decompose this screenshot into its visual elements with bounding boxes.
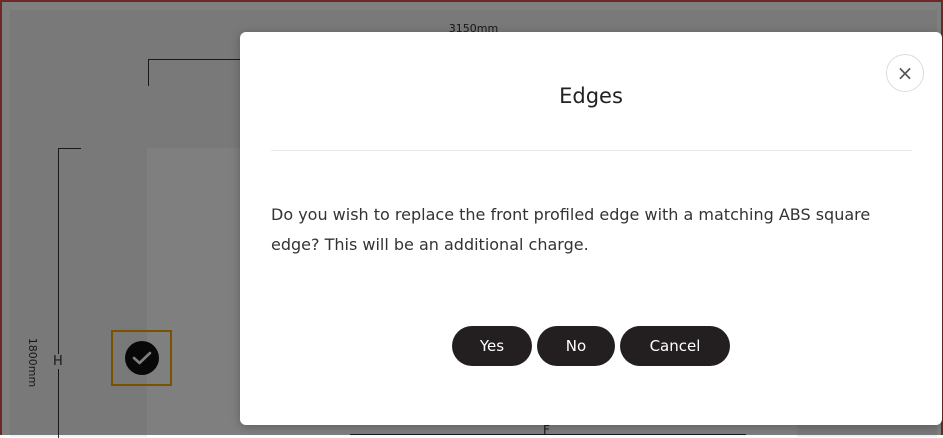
dialog-actions: Yes No Cancel — [240, 326, 942, 366]
edges-dialog: × Edges Do you wish to replace the front… — [240, 32, 942, 425]
dialog-title: Edges — [559, 84, 623, 108]
close-icon: × — [896, 61, 914, 85]
yes-button[interactable]: Yes — [452, 326, 532, 366]
no-button[interactable]: No — [537, 326, 615, 366]
cancel-button[interactable]: Cancel — [620, 326, 730, 366]
dialog-message: Do you wish to replace the front profile… — [271, 205, 871, 254]
dialog-divider — [271, 150, 912, 151]
